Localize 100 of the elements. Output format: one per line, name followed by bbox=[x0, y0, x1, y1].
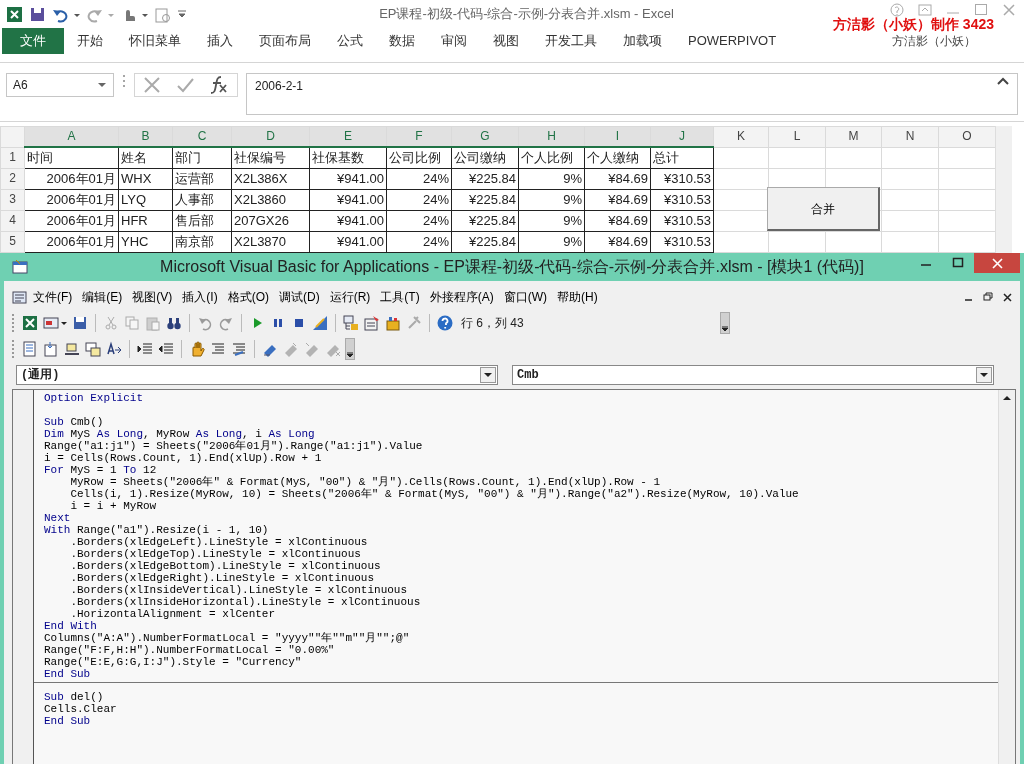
column-header[interactable]: C bbox=[172, 126, 232, 147]
ribbon-display-icon[interactable] bbox=[918, 3, 932, 17]
row-header[interactable]: 5 bbox=[0, 231, 25, 252]
customize-caret-icon[interactable] bbox=[177, 8, 187, 20]
properties-button[interactable] bbox=[363, 314, 381, 332]
menu-item[interactable]: 编辑(E) bbox=[77, 288, 128, 306]
maximize-icon[interactable] bbox=[952, 257, 964, 269]
ribbon-tab[interactable]: 文件 bbox=[2, 28, 64, 54]
table-cell: 24% bbox=[386, 168, 452, 189]
table-cell: ¥941.00 bbox=[309, 231, 387, 252]
column-header[interactable]: K bbox=[713, 126, 769, 147]
function-icon[interactable] bbox=[209, 75, 230, 95]
toolbar-grip[interactable] bbox=[12, 340, 15, 358]
column-header[interactable]: N bbox=[881, 126, 939, 147]
menu-item[interactable]: 窗口(W) bbox=[498, 288, 552, 306]
dropdown-caret-icon[interactable] bbox=[97, 81, 107, 89]
procedure-dropdown[interactable]: Cmb bbox=[512, 365, 994, 385]
close-icon[interactable] bbox=[1003, 292, 1012, 302]
column-header[interactable]: B bbox=[118, 126, 173, 147]
column-header[interactable]: I bbox=[584, 126, 651, 147]
excel-logo-icon[interactable] bbox=[6, 5, 23, 23]
table-cell: 9% bbox=[518, 210, 585, 231]
close-button[interactable] bbox=[974, 253, 1020, 273]
column-header[interactable]: L bbox=[768, 126, 826, 147]
ribbon-tab[interactable]: 视图 bbox=[480, 28, 532, 54]
menu-item[interactable]: 视图(V) bbox=[127, 288, 178, 306]
parameter-info-button[interactable] bbox=[84, 340, 102, 358]
ribbon-tab[interactable]: 开发工具 bbox=[532, 28, 610, 54]
more-dots-icon bbox=[122, 73, 126, 89]
menu-item[interactable]: 帮助(H) bbox=[552, 288, 603, 306]
scroll-up-icon bbox=[1002, 394, 1012, 401]
menu-item[interactable]: 插入(I) bbox=[177, 288, 223, 306]
vertical-scrollbar[interactable] bbox=[995, 126, 1012, 253]
table-cell: ¥941.00 bbox=[309, 168, 387, 189]
cancel-icon[interactable] bbox=[142, 76, 161, 94]
quick-info-button[interactable] bbox=[63, 340, 81, 358]
clipboard-icon[interactable] bbox=[154, 5, 171, 23]
toolbar-options-button[interactable] bbox=[719, 312, 730, 334]
menu-item[interactable]: 运行(R) bbox=[324, 288, 376, 306]
column-header[interactable]: D bbox=[231, 126, 310, 147]
table-cell: 部门 bbox=[172, 147, 232, 168]
ribbon-tab[interactable]: 数据 bbox=[376, 28, 428, 54]
row-header[interactable]: 2 bbox=[0, 168, 25, 189]
save-button[interactable] bbox=[71, 314, 89, 332]
vba-module-icon[interactable] bbox=[12, 289, 28, 305]
menu-item[interactable]: 工具(T) bbox=[375, 288, 425, 306]
parameter-info-icon bbox=[85, 341, 101, 357]
ribbon-tab[interactable]: 怀旧菜单 bbox=[116, 28, 194, 54]
ribbon-tab[interactable]: 开始 bbox=[64, 28, 116, 54]
ribbon-tab[interactable]: 审阅 bbox=[428, 28, 480, 54]
menu-item[interactable]: 调试(D) bbox=[274, 288, 325, 306]
ribbon-tab[interactable]: 页面布局 bbox=[246, 28, 324, 54]
table-cell: ¥225.84 bbox=[451, 189, 519, 210]
code-line: .Borders(xlEdgeLeft).LineStyle = xlContinuous bbox=[69, 536, 368, 548]
form-button[interactable] bbox=[42, 314, 68, 332]
column-header[interactable]: A bbox=[24, 126, 119, 147]
object-dropdown[interactable]: (通用) bbox=[16, 365, 498, 385]
excel-button[interactable] bbox=[21, 314, 39, 332]
collapse-icon[interactable] bbox=[997, 77, 1009, 86]
code-line: Cells(i, 1).Resize(MyRow, 10) = Sheets("2006年" & Format(MyS, "00") & "月").Range("a2").Resize(MyRow, 10).Value bbox=[69, 488, 799, 500]
column-header[interactable]: G bbox=[451, 126, 519, 147]
column-header[interactable]: F bbox=[386, 126, 452, 147]
help-button[interactable] bbox=[436, 314, 454, 332]
uncomment-block-button[interactable] bbox=[230, 340, 248, 358]
ribbon-tab[interactable]: 公式 bbox=[324, 28, 376, 54]
table-cell: 时间 bbox=[24, 147, 119, 168]
project-explorer-button[interactable] bbox=[342, 314, 360, 332]
column-header[interactable]: J bbox=[650, 126, 714, 147]
menu-item[interactable]: 外接程序(A) bbox=[424, 288, 499, 306]
code-line: With Range("a1").Resize(i - 1, 10) bbox=[44, 524, 269, 536]
row-header[interactable]: 1 bbox=[0, 147, 25, 168]
column-header[interactable]: M bbox=[825, 126, 882, 147]
vertical-scrollbar[interactable] bbox=[998, 390, 1015, 764]
name-box[interactable]: A6 bbox=[6, 73, 114, 97]
ribbon-tab[interactable]: 插入 bbox=[194, 28, 246, 54]
merge-button[interactable]: 合并 bbox=[767, 187, 880, 231]
vba-window-icon[interactable] bbox=[12, 259, 28, 275]
list-members-button[interactable] bbox=[21, 340, 39, 358]
restore-icon[interactable] bbox=[983, 292, 993, 302]
row-header[interactable]: 3 bbox=[0, 189, 25, 210]
menu-item[interactable]: 格式(O) bbox=[222, 288, 274, 306]
user-name[interactable]: 方洁影（小妖） bbox=[892, 32, 976, 50]
column-header[interactable]: O bbox=[938, 126, 996, 147]
design-mode-button[interactable] bbox=[311, 314, 329, 332]
ribbon-tab[interactable]: 加载项 bbox=[610, 28, 675, 54]
save-icon[interactable] bbox=[29, 5, 46, 23]
list-constants-button[interactable] bbox=[42, 340, 60, 358]
table-cell: ¥310.53 bbox=[650, 189, 714, 210]
toolbar-options-button[interactable] bbox=[345, 338, 355, 360]
table-cell: 公司缴纳 bbox=[451, 147, 519, 168]
row-header[interactable]: 4 bbox=[0, 210, 25, 231]
toolbar-grip[interactable] bbox=[12, 314, 15, 332]
formula-field[interactable]: 2006-2-1 bbox=[246, 73, 1018, 115]
column-header[interactable]: H bbox=[518, 126, 585, 147]
check-icon[interactable] bbox=[176, 76, 194, 94]
column-header[interactable]: E bbox=[309, 126, 387, 147]
ribbon-tab[interactable]: POWERPIVOT bbox=[675, 28, 790, 54]
menu-item[interactable]: 文件(F) bbox=[28, 288, 78, 306]
code-line: i = i + MyRow bbox=[69, 500, 157, 512]
toolbox-button[interactable] bbox=[384, 314, 402, 332]
